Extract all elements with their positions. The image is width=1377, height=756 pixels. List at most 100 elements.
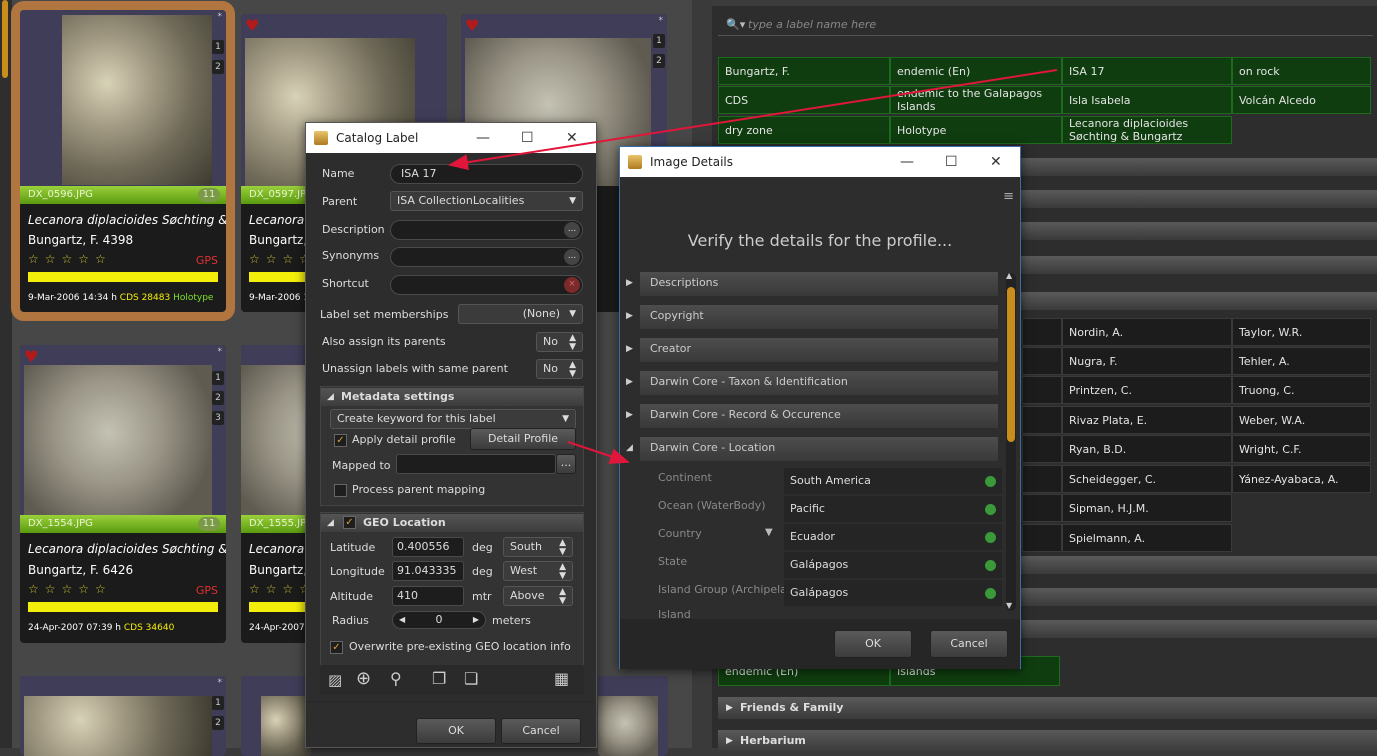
maximize-icon[interactable]: ☐ <box>945 147 958 177</box>
detail-profile-button[interactable]: Detail Profile <box>470 428 576 450</box>
keyword-select[interactable]: Create keyword for this label ▼ <box>330 409 576 429</box>
field-value-input[interactable]: Galápagos <box>784 552 1002 578</box>
section-friends-family[interactable]: ▶ Friends & Family <box>718 697 1377 719</box>
badge-1[interactable]: 1 <box>212 371 224 385</box>
thumbnail-image[interactable] <box>24 365 212 515</box>
map-pin-icon[interactable]: ⚲ <box>390 669 402 688</box>
decrement-arrow-icon[interactable]: ◀ <box>399 612 405 628</box>
label-chip[interactable]: Lecanora diplacioides Søchting & Bungart… <box>1062 116 1232 144</box>
overwrite-checkbox[interactable]: ✓ <box>330 641 343 654</box>
detail-section[interactable]: ▶ Darwin Core - Record & Occurence <box>626 404 998 428</box>
label-chip[interactable]: Tehler, A. <box>1232 347 1371 375</box>
name-input[interactable]: ISA 17 <box>390 164 583 184</box>
label-chip[interactable]: on rock <box>1232 57 1371 85</box>
rating-stars[interactable]: ☆☆☆☆☆ <box>28 582 112 596</box>
longitude-input[interactable]: 91.043335 <box>392 561 464 581</box>
label-chip[interactable] <box>1022 524 1062 552</box>
thumbnail-card[interactable]: * 1 2 DX_0596.JPG 11 Lecanora diplacioide… <box>11 1 235 321</box>
ok-button[interactable]: OK <box>834 630 912 658</box>
section-herbarium[interactable]: ▶ Herbarium <box>718 730 1377 752</box>
spinner-arrows-icon[interactable]: ▲ ▼ <box>559 588 566 606</box>
hamburger-menu-icon[interactable]: ≡ <box>1003 189 1014 204</box>
label-chip[interactable]: Rivaz Plata, E. <box>1062 406 1232 434</box>
label-chip[interactable]: endemic (En) <box>890 57 1062 85</box>
increment-arrow-icon[interactable]: ▶ <box>473 612 479 628</box>
label-chip[interactable]: Ryan, B.D. <box>1062 435 1232 463</box>
geo-enable-checkbox[interactable]: ✓ <box>343 516 356 529</box>
map-icon[interactable]: ▦ <box>554 669 569 688</box>
detail-section[interactable]: ▶ Descriptions <box>626 272 998 296</box>
copy-icon[interactable]: ❏ <box>464 669 478 688</box>
detail-section[interactable]: ▶ Copyright <box>626 305 998 329</box>
label-chip[interactable]: Nordin, A. <box>1062 318 1232 346</box>
label-chip[interactable]: Taylor, W.R. <box>1232 318 1371 346</box>
badge-2[interactable]: 2 <box>212 716 224 730</box>
description-input[interactable]: ... <box>390 220 583 240</box>
document-icon[interactable]: ❐ <box>432 669 446 688</box>
label-chip[interactable]: Isla Isabela <box>1062 86 1232 114</box>
scroll-down-icon[interactable]: ▼ <box>1006 601 1012 610</box>
field-value-input[interactable]: Galápagos <box>784 580 1002 606</box>
longitude-direction[interactable]: West ▲ ▼ <box>503 561 573 581</box>
thumbnail-card[interactable]: ♥ * 1 2 3 DX_1554.JPG 11 Lecanora diplaci… <box>20 345 226 643</box>
rating-stars[interactable]: ☆☆☆☆☆ <box>28 252 112 266</box>
thumbnail-card[interactable]: * 1 2 <box>20 676 226 756</box>
label-chip[interactable]: Truong, C. <box>1232 376 1371 404</box>
target-icon[interactable]: ⊕ <box>356 668 371 689</box>
label-chip[interactable] <box>1022 347 1062 375</box>
minimize-icon[interactable]: — <box>476 123 490 153</box>
label-chip[interactable] <box>1022 435 1062 463</box>
altitude-direction[interactable]: Above ▲ ▼ <box>503 586 573 606</box>
field-value-input[interactable]: Ecuador <box>784 524 1002 550</box>
clear-shortcut-icon[interactable]: × <box>564 277 580 293</box>
badge-2[interactable]: 2 <box>212 391 224 405</box>
synonyms-input[interactable]: ... <box>390 247 583 267</box>
minimize-icon[interactable]: — <box>900 147 914 177</box>
cancel-button[interactable]: Cancel <box>930 630 1008 658</box>
image-icon[interactable]: ▨ <box>328 671 342 689</box>
thumbnail-image[interactable] <box>24 696 212 756</box>
detail-section[interactable]: ▶ Creator <box>626 338 998 362</box>
label-chip[interactable]: Volcán Alcedo <box>1232 86 1371 114</box>
field-value-input[interactable]: South America <box>784 468 1002 494</box>
scrollbar-thumb[interactable] <box>1007 287 1015 442</box>
detail-section[interactable]: ◢ Darwin Core - Location <box>626 437 998 461</box>
thumbnail-image[interactable] <box>261 696 311 756</box>
label-chip[interactable]: Spielmann, A. <box>1062 524 1232 552</box>
label-chip[interactable]: Scheidegger, C. <box>1062 465 1232 493</box>
mapped-to-browse-button[interactable]: ... <box>556 454 576 474</box>
close-icon[interactable]: ✕ <box>566 123 578 153</box>
label-chip[interactable]: Wright, C.F. <box>1232 435 1371 463</box>
label-chip[interactable] <box>1022 494 1062 522</box>
more-button[interactable]: ... <box>564 222 580 238</box>
dropdown-arrow-icon[interactable]: ▼ <box>765 527 773 538</box>
badge-2[interactable]: 2 <box>212 60 224 74</box>
detail-section[interactable]: ▶ Darwin Core - Taxon & Identification <box>626 371 998 395</box>
unassign-spinner[interactable]: No ▲ ▼ <box>536 359 583 379</box>
label-chip[interactable]: CDS <box>718 86 890 114</box>
label-chip[interactable]: Printzen, C. <box>1062 376 1232 404</box>
heart-icon[interactable]: ♥ <box>24 349 38 365</box>
thumbnail-image[interactable] <box>598 696 658 756</box>
thumbnail-card[interactable] <box>241 676 311 756</box>
ok-button[interactable]: OK <box>416 718 496 744</box>
mapped-to-input[interactable] <box>396 454 556 474</box>
heart-icon[interactable]: ♥ <box>465 18 479 34</box>
radius-slider[interactable]: ◀ 0 ▶ <box>392 611 486 629</box>
details-scrollbar[interactable]: ▲ ▼ <box>1006 271 1016 611</box>
close-icon[interactable]: ✕ <box>990 147 1002 177</box>
label-chip[interactable] <box>1022 465 1062 493</box>
heart-icon[interactable]: ♥ <box>245 18 259 34</box>
geo-header[interactable]: ◢ ✓ GEO Location <box>321 514 583 532</box>
spinner-arrows-icon[interactable]: ▲ ▼ <box>569 334 576 352</box>
assign-parents-spinner[interactable]: No ▲ ▼ <box>536 332 583 352</box>
label-chip[interactable] <box>1022 406 1062 434</box>
label-chip[interactable]: endemic to the Galapagos Islands <box>890 86 1062 114</box>
cancel-button[interactable]: Cancel <box>501 718 581 744</box>
spinner-arrows-icon[interactable]: ▲ ▼ <box>559 563 566 581</box>
badge-1[interactable]: 1 <box>212 696 224 710</box>
thumbnail-card[interactable] <box>598 676 668 756</box>
label-chip[interactable]: Holotype <box>890 116 1062 144</box>
dialog-titlebar[interactable]: Image Details — ☐ ✕ <box>620 147 1020 177</box>
maximize-icon[interactable]: ☐ <box>521 123 534 153</box>
